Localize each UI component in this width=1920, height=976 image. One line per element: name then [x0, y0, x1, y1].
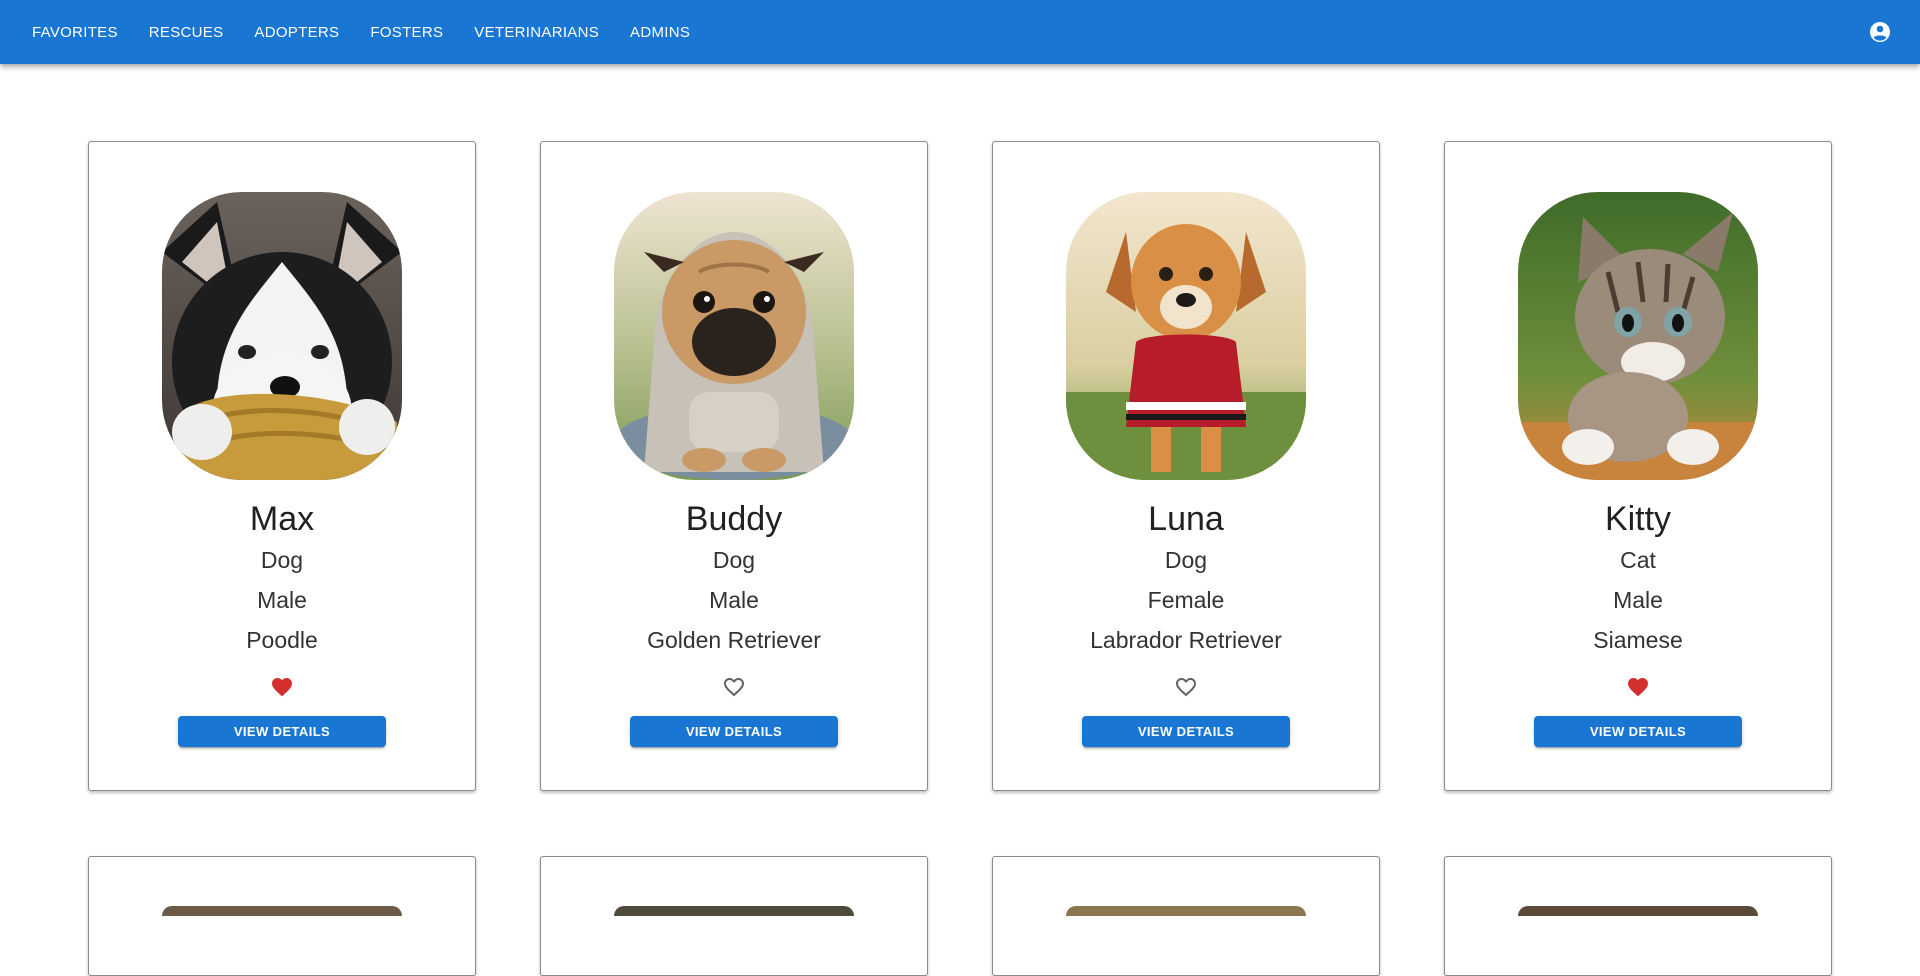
pet-sex: Male [709, 587, 759, 613]
pet-card [992, 856, 1380, 976]
tabby-kitten-photo [1518, 192, 1758, 480]
pet-photo [162, 906, 402, 916]
view-details-button[interactable]: VIEW DETAILS [1082, 716, 1290, 747]
view-details-button[interactable]: VIEW DETAILS [1534, 716, 1742, 747]
pet-name: Buddy [685, 500, 783, 538]
heart-filled-icon[interactable] [270, 675, 294, 699]
pet-species: Dog [712, 547, 756, 573]
pet-photo [1518, 192, 1758, 480]
pet-breed: Poodle [246, 627, 318, 653]
pet-card: Max Dog Male Poodle VIEW DETAILS [88, 141, 476, 791]
pet-name: Kitty [1604, 500, 1672, 538]
pet-photo [614, 192, 854, 480]
pet-photo [1518, 906, 1758, 916]
pet-photo [614, 906, 854, 916]
pet-name: Luna [1148, 500, 1224, 538]
pet-species: Dog [260, 547, 304, 573]
pet-species: Dog [1164, 547, 1208, 573]
pet-card [88, 856, 476, 976]
pet-card: Buddy Dog Male Golden Retriever VIEW DET… [540, 141, 928, 791]
heart-filled-icon[interactable] [1626, 675, 1650, 699]
pet-sex: Male [257, 587, 307, 613]
pet-sex: Female [1147, 587, 1225, 613]
husky-puppy-photo [162, 192, 402, 480]
pet-breed: Golden Retriever [647, 627, 821, 653]
pet-name: Max [249, 500, 315, 538]
pet-photo [1066, 192, 1306, 480]
pet-sex: Male [1613, 587, 1663, 613]
view-details-button[interactable]: VIEW DETAILS [630, 716, 838, 747]
pet-breed: Labrador Retriever [1090, 627, 1282, 653]
view-details-button[interactable]: VIEW DETAILS [178, 716, 386, 747]
pet-card: Luna Dog Female Labrador Retriever VIEW … [992, 141, 1380, 791]
pet-breed: Siamese [1593, 627, 1683, 653]
pet-card: Kitty Cat Male Siamese VIEW DETAILS [1444, 141, 1832, 791]
pet-card [540, 856, 928, 976]
pug-puppy-photo [614, 192, 854, 480]
puppy-red-sweater-photo [1066, 192, 1306, 480]
pet-grid: Max Dog Male Poodle VIEW DETAILS Buddy D… [0, 0, 1920, 976]
heart-outline-icon[interactable] [722, 675, 746, 699]
pet-card [1444, 856, 1832, 976]
pet-photo [1066, 906, 1306, 916]
pet-species: Cat [1620, 547, 1656, 573]
pet-photo [162, 192, 402, 480]
heart-outline-icon[interactable] [1174, 675, 1198, 699]
